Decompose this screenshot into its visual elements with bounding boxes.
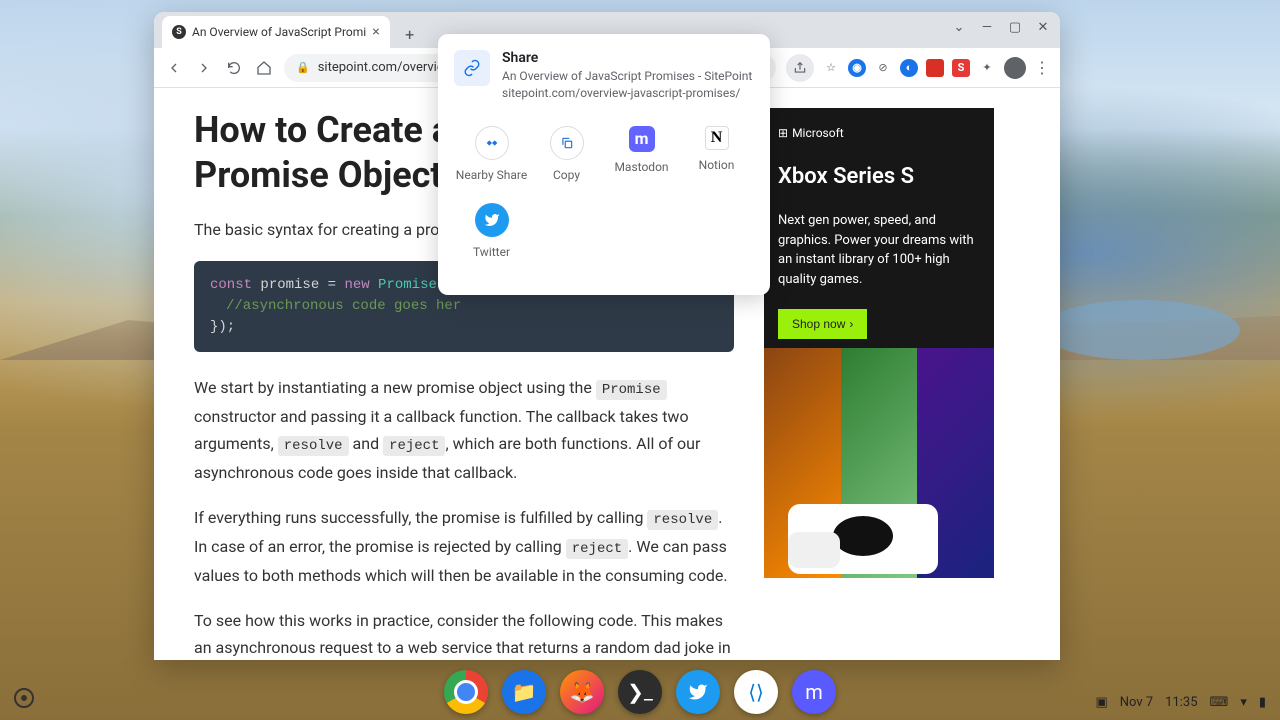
launcher-button[interactable] [14,688,34,708]
tab-title: An Overview of JavaScript Promi [192,25,366,39]
extension-icon[interactable]: ⊘ [874,59,892,77]
system-tray[interactable]: ▣ Nov 7 11:35 ⌨ ▾ ▮ [1095,695,1266,710]
back-button[interactable] [164,58,184,78]
tab-active[interactable]: S An Overview of JavaScript Promi × [162,16,390,48]
share-nearby[interactable]: Nearby Share [454,120,529,198]
inline-code: resolve [278,436,349,456]
ad-body: Next gen power, speed, and graphics. Pow… [778,211,980,289]
wifi-icon[interactable]: ▾ [1240,695,1247,710]
share-url: sitepoint.com/overview-javascript-promis… [502,85,752,102]
extension-icon[interactable]: ◉ [848,59,866,77]
notifications-icon[interactable]: ▣ [1095,695,1107,710]
extension-icon[interactable]: S [952,59,970,77]
favicon-icon: S [172,25,186,39]
maximize-button[interactable]: ▢ [1008,20,1022,35]
taskbar-files-icon[interactable]: 📁 [502,670,546,714]
profile-avatar[interactable] [1004,57,1026,79]
share-copy[interactable]: Copy [529,120,604,198]
inline-code: reject [383,436,445,456]
share-mastodon[interactable]: m Mastodon [604,120,679,198]
ad-headline: Xbox Series S [778,164,980,189]
keyboard-icon[interactable]: ⌨ [1210,695,1229,710]
twitter-icon [475,203,509,237]
inline-code: Promise [596,380,667,400]
shop-now-button[interactable]: Shop now› [778,309,867,339]
link-icon [454,50,490,86]
article-paragraph: We start by instantiating a new promise … [194,374,734,486]
article-paragraph: To see how this works in practice, consi… [194,607,734,660]
inline-code: reject [566,539,628,559]
taskbar-firefox-icon[interactable]: 🦊 [560,670,604,714]
window-dropdown-button[interactable]: ⌄ [952,20,966,35]
share-button[interactable] [786,54,814,82]
inline-code: resolve [647,510,718,530]
close-window-button[interactable]: ✕ [1036,20,1050,35]
bookmark-star-icon[interactable]: ☆ [822,59,840,77]
extension-icon[interactable]: ◐ [900,59,918,77]
tab-close-button[interactable]: × [372,24,379,40]
copy-icon [550,126,584,160]
taskbar: 📁 🦊 ❯_ ⟨⟩ m [444,670,836,714]
taskbar-chrome-icon[interactable] [444,670,488,714]
new-tab-button[interactable]: + [396,20,424,48]
ad-brand: Microsoft [778,126,980,140]
mastodon-icon: m [629,126,655,152]
share-page-title: An Overview of JavaScript Promises - Sit… [502,68,752,85]
taskbar-twitter-icon[interactable] [676,670,720,714]
share-popup: Share An Overview of JavaScript Promises… [438,34,770,295]
extension-icon[interactable] [926,59,944,77]
notion-icon: N [705,126,729,150]
taskbar-vscode-icon[interactable]: ⟨⟩ [734,670,778,714]
share-notion[interactable]: N Notion [679,120,754,198]
window-controls: ⌄ — ▢ ✕ [952,20,1050,35]
tray-time: 11:35 [1165,695,1197,710]
battery-icon[interactable]: ▮ [1259,695,1266,710]
share-twitter[interactable]: Twitter [454,197,529,275]
chrome-menu-button[interactable]: ⋮ [1034,58,1050,77]
sidebar-ad[interactable]: Microsoft Xbox Series S Next gen power, … [764,108,994,578]
taskbar-mastodon-icon[interactable]: m [792,670,836,714]
xbox-image [788,504,938,574]
article-paragraph: If everything runs successfully, the pro… [194,504,734,589]
nearby-share-icon [475,126,509,160]
share-heading: Share [502,50,752,66]
tray-date: Nov 7 [1120,695,1153,710]
forward-button[interactable] [194,58,214,78]
taskbar-terminal-icon[interactable]: ❯_ [618,670,662,714]
extensions-menu-icon[interactable]: ✦ [978,59,996,77]
home-button[interactable] [254,58,274,78]
lock-icon: 🔒 [296,61,310,74]
reload-button[interactable] [224,58,244,78]
minimize-button[interactable]: — [980,20,994,35]
